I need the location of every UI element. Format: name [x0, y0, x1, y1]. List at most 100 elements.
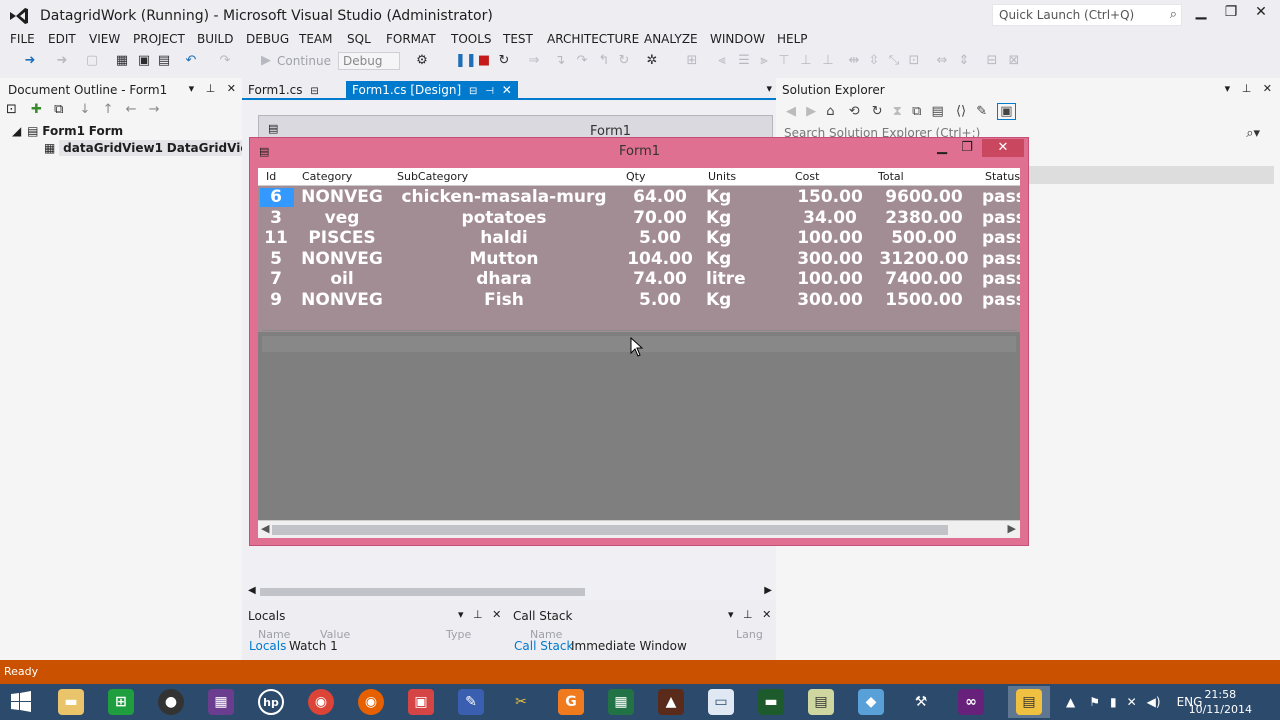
grid-cell-subcategory[interactable]: dhara	[391, 269, 617, 289]
menu-edit[interactable]: EDIT	[48, 32, 76, 46]
taskbar-terminal[interactable]: ▬	[750, 686, 792, 718]
column-header-category[interactable]: Category	[302, 170, 352, 183]
grid-cell-status[interactable]: pass	[982, 187, 1020, 207]
align-grid-icon[interactable]: ⊞	[684, 53, 700, 69]
view-code-icon[interactable]: ⟨⟩	[956, 104, 966, 119]
grid-cell-status[interactable]: pass	[982, 249, 1020, 269]
pin-icon[interactable]: ⊥	[743, 608, 753, 621]
center-horizontally-icon[interactable]: ⊟	[984, 53, 1000, 69]
move-up-icon[interactable]: ↑	[103, 102, 114, 117]
tab-locals[interactable]: Locals	[249, 639, 286, 653]
align-right-icon[interactable]: ⫸	[756, 53, 772, 69]
show-all-files-icon[interactable]: ▤	[932, 104, 944, 119]
step-out-icon[interactable]: ↰	[596, 53, 612, 69]
menu-tools[interactable]: TOOLS	[451, 32, 492, 46]
grid-cell-units[interactable]: Kg	[706, 208, 731, 228]
form-maximize-button[interactable]: ❐	[956, 140, 978, 155]
taskbar-firefox[interactable]: ◉	[350, 686, 392, 718]
menu-build[interactable]: BUILD	[197, 32, 233, 46]
column-header-qty[interactable]: Qty	[626, 170, 645, 183]
menu-architecture[interactable]: ARCHITECTURE	[547, 32, 639, 46]
form-minimize-button[interactable]: ▁	[931, 140, 953, 155]
view-designer-icon[interactable]: ▣	[997, 103, 1016, 120]
hex-display-icon[interactable]: ✲	[644, 53, 660, 69]
designer-horizontal-scrollbar[interactable]: ◀ ▶	[248, 585, 772, 599]
grid-cell-subcategory[interactable]: Fish	[391, 290, 617, 310]
forward-icon[interactable]: ➜	[54, 53, 70, 69]
taskbar-pdf-app[interactable]: G	[550, 686, 592, 718]
grid-cell-total[interactable]: 2380.00	[874, 208, 974, 228]
taskbar-chrome[interactable]: ◉	[300, 686, 342, 718]
close-window-button[interactable]: ✕	[1246, 4, 1276, 20]
scroll-left-icon[interactable]: ◀	[248, 585, 256, 596]
move-left-icon[interactable]: ←	[126, 102, 137, 117]
taskbar-media-player[interactable]: ●	[150, 686, 192, 718]
refresh-icon[interactable]: ↻	[616, 53, 632, 69]
grid-cell-qty[interactable]: 104.00	[620, 249, 700, 269]
align-bottom-icon[interactable]: ⊥	[820, 53, 836, 69]
grid-cell-units[interactable]: Kg	[706, 187, 731, 207]
quick-launch-input[interactable]: Quick Launch (Ctrl+Q) ⌕	[992, 4, 1182, 26]
horizontal-spacing-icon[interactable]: ⇔	[934, 53, 950, 69]
sync-icon[interactable]: ⟲	[849, 104, 860, 119]
column-header-total[interactable]: Total	[878, 170, 904, 183]
align-middle-icon[interactable]: ⊥	[798, 53, 814, 69]
taskbar-visual-studio[interactable]: ∞	[950, 686, 992, 718]
grid-cell-total[interactable]: 31200.00	[874, 249, 974, 269]
flag-icon[interactable]: ⚑	[1089, 695, 1100, 709]
column-header-id[interactable]: Id	[266, 170, 276, 183]
taskbar-sql-tool[interactable]: ✎	[450, 686, 492, 718]
grid-cell-subcategory[interactable]: chicken-masala-murg	[391, 187, 617, 207]
grid-cell-qty[interactable]: 64.00	[620, 187, 700, 207]
grid-cell-category[interactable]: PISCES	[294, 228, 390, 248]
size-to-grid-icon[interactable]: ⊡	[906, 53, 922, 69]
move-down-icon[interactable]: ↓	[80, 102, 91, 117]
grid-cell-cost[interactable]: 34.00	[788, 208, 872, 228]
grid-cell-cost[interactable]: 100.00	[788, 269, 872, 289]
attach-process-icon[interactable]: ⚙	[414, 53, 430, 69]
grid-cell-category[interactable]: NONVEG	[294, 290, 390, 310]
align-center-icon[interactable]: ☰	[736, 53, 752, 69]
tab-pin-icon[interactable]: ⊣	[485, 86, 494, 97]
back-icon[interactable]: ➜	[22, 53, 38, 69]
continue-icon[interactable]: ▶	[258, 53, 274, 69]
pin-icon[interactable]: ⊥	[1242, 82, 1252, 95]
refresh-icon[interactable]: ↻	[872, 104, 883, 119]
grid-cell-id[interactable]: 9	[258, 290, 294, 310]
menu-view[interactable]: VIEW	[89, 32, 120, 46]
properties-icon[interactable]: ✎	[976, 104, 987, 119]
add-icon[interactable]: ✚	[31, 102, 42, 117]
grid-cell-status[interactable]: pass	[982, 228, 1020, 248]
column-header-status[interactable]: Status	[985, 170, 1020, 183]
tree-item-datagridview1[interactable]: ▦ dataGridView1 DataGridView	[44, 140, 264, 156]
taskbar-running-form[interactable]: ▤	[1008, 686, 1050, 718]
close-panel-icon[interactable]: ✕	[227, 82, 236, 95]
taskbar-window-app[interactable]: ▭	[700, 686, 742, 718]
grid-cell-units[interactable]: Kg	[706, 249, 731, 269]
align-left-icon[interactable]: ⫷	[714, 53, 730, 69]
grid-cell-units[interactable]: Kg	[706, 228, 731, 248]
taskbar-file-explorer[interactable]: ▬	[50, 686, 92, 718]
save-all-icon[interactable]: ▤	[156, 53, 172, 69]
grid-cell-status[interactable]: pass	[982, 208, 1020, 228]
grid-cell-category[interactable]: oil	[294, 269, 390, 289]
menu-project[interactable]: PROJECT	[133, 32, 185, 46]
collapse-all-icon[interactable]: ⧉	[912, 104, 921, 119]
close-panel-icon[interactable]: ✕	[492, 608, 501, 621]
taskbar-notes[interactable]: ▤	[800, 686, 842, 718]
column-header-subcategory[interactable]: SubCategory	[397, 170, 468, 183]
show-next-statement-icon[interactable]: ⇒	[526, 53, 542, 69]
tab-watch1[interactable]: Watch 1	[289, 639, 338, 653]
grid-cell-category[interactable]: NONVEG	[294, 249, 390, 269]
grid-cell-id[interactable]: 3	[258, 208, 294, 228]
menu-analyze[interactable]: ANALYZE	[644, 32, 698, 46]
clock[interactable]: 21:58 10/11/2014	[1189, 687, 1252, 717]
taskbar-store[interactable]: ⊞	[100, 686, 142, 718]
grid-cell-qty[interactable]: 5.00	[620, 290, 700, 310]
new-project-icon[interactable]: ▢	[84, 53, 100, 69]
grid-cell-total[interactable]: 1500.00	[874, 290, 974, 310]
scroll-right-icon[interactable]: ▶	[764, 585, 772, 596]
grid-cell-cost[interactable]: 100.00	[788, 228, 872, 248]
step-over-icon[interactable]: ↷	[574, 53, 590, 69]
grid-cell-total[interactable]: 500.00	[874, 228, 974, 248]
